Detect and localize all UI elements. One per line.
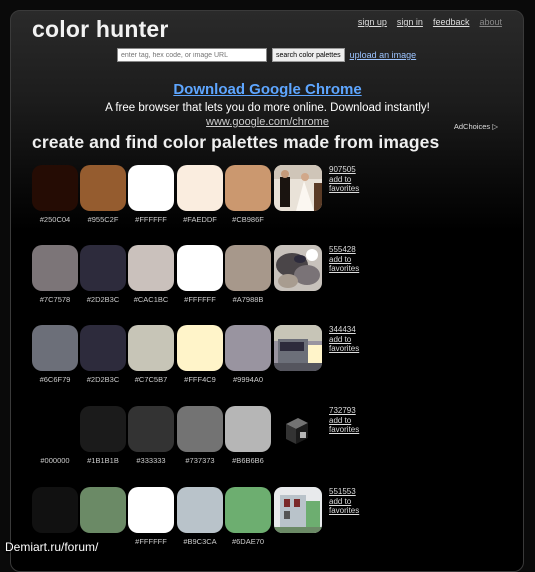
- color-swatch[interactable]: [32, 165, 78, 211]
- hex-label: #737373: [185, 456, 215, 465]
- watermark-text: Demiart.ru/forum/: [5, 540, 99, 554]
- hex-label: #CAC1BC: [133, 295, 169, 304]
- hex-label: #333333: [136, 456, 166, 465]
- hex-label: #FAEDDF: [183, 215, 217, 224]
- search-input[interactable]: [117, 48, 267, 62]
- color-swatch[interactable]: [128, 325, 174, 371]
- hex-label: #2D2B3C: [86, 295, 120, 304]
- color-swatch[interactable]: [225, 245, 271, 291]
- color-swatch[interactable]: [177, 487, 223, 533]
- search-button[interactable]: search color palettes: [272, 48, 345, 62]
- nav-about-link[interactable]: about: [479, 17, 502, 27]
- nav-sign-in-link[interactable]: sign in: [397, 17, 423, 27]
- palette-thumbnail[interactable]: [274, 325, 322, 371]
- upload-image-link[interactable]: upload an image: [350, 50, 417, 60]
- hex-label: #CB986F: [232, 215, 264, 224]
- hex-label: #A7988B: [232, 295, 264, 304]
- color-swatch[interactable]: [80, 245, 126, 291]
- add-to-favorites-link[interactable]: add to favorites: [329, 335, 359, 353]
- hex-label: #2D2B3C: [86, 375, 120, 384]
- palette-id-link[interactable]: 344434: [329, 325, 356, 334]
- palette-thumbnail[interactable]: [274, 165, 322, 211]
- color-swatch[interactable]: [80, 325, 126, 371]
- color-swatch[interactable]: [32, 325, 78, 371]
- hex-label: #000000: [40, 456, 70, 465]
- color-swatch[interactable]: [225, 406, 271, 452]
- hex-label: #6DAE70: [231, 537, 265, 546]
- palette-thumbnail[interactable]: [274, 487, 322, 533]
- color-swatch[interactable]: [225, 165, 271, 211]
- add-to-favorites-link[interactable]: add to favorites: [329, 255, 359, 273]
- hex-label: #6C6F79: [39, 375, 71, 384]
- color-swatch[interactable]: [80, 406, 126, 452]
- hex-label: #250C04: [39, 215, 71, 224]
- ad-text: A free browser that lets you do more onl…: [105, 102, 430, 114]
- palette-id-link[interactable]: 551553: [329, 487, 356, 496]
- palette-thumbnail[interactable]: [274, 245, 322, 291]
- hex-label: #9994A0: [232, 375, 264, 384]
- palette-id-link[interactable]: 555428: [329, 245, 356, 254]
- adchoices-link[interactable]: AdChoices ▷: [454, 122, 498, 131]
- palette-id-link[interactable]: 907505: [329, 165, 356, 174]
- hex-label: #FFFFFF: [184, 295, 216, 304]
- hex-label: #B9C3CA: [183, 537, 217, 546]
- top-nav: sign up sign in feedback about: [358, 17, 502, 27]
- color-swatch[interactable]: [177, 165, 223, 211]
- color-swatch[interactable]: [128, 406, 174, 452]
- hex-label: #7C7578: [39, 295, 71, 304]
- site-logo[interactable]: color hunter: [32, 16, 169, 43]
- color-swatch[interactable]: [32, 406, 78, 452]
- search-bar: search color palettes upload an image: [117, 48, 416, 62]
- hex-label: #955C2F: [87, 215, 119, 224]
- nav-feedback-link[interactable]: feedback: [433, 17, 470, 27]
- color-swatch[interactable]: [32, 487, 78, 533]
- add-to-favorites-link[interactable]: add to favorites: [329, 175, 359, 193]
- ad-title-link[interactable]: Download Google Chrome: [0, 81, 535, 98]
- color-swatch[interactable]: [128, 487, 174, 533]
- hex-label: #FFFFFF: [135, 537, 167, 546]
- page-heading: create and find color palettes made from…: [32, 132, 440, 152]
- color-swatch[interactable]: [177, 245, 223, 291]
- hex-label: #FFF4C9: [184, 375, 216, 384]
- hex-label: #C7C5B7: [134, 375, 168, 384]
- palette-id-link[interactable]: 732793: [329, 406, 356, 415]
- color-swatch[interactable]: [177, 406, 223, 452]
- add-to-favorites-link[interactable]: add to favorites: [329, 416, 359, 434]
- color-swatch[interactable]: [80, 487, 126, 533]
- hex-label: #1B1B1B: [87, 456, 119, 465]
- color-swatch[interactable]: [128, 245, 174, 291]
- color-swatch[interactable]: [225, 487, 271, 533]
- ad-banner: Download Google Chrome A free browser th…: [0, 81, 535, 128]
- color-swatch[interactable]: [80, 165, 126, 211]
- color-swatch[interactable]: [128, 165, 174, 211]
- nav-sign-up-link[interactable]: sign up: [358, 17, 387, 27]
- hex-label: #FFFFFF: [135, 215, 167, 224]
- hex-label: #B6B6B6: [232, 456, 264, 465]
- color-swatch[interactable]: [177, 325, 223, 371]
- palette-thumbnail[interactable]: [274, 406, 322, 452]
- color-swatch[interactable]: [225, 325, 271, 371]
- add-to-favorites-link[interactable]: add to favorites: [329, 497, 359, 515]
- color-swatch[interactable]: [32, 245, 78, 291]
